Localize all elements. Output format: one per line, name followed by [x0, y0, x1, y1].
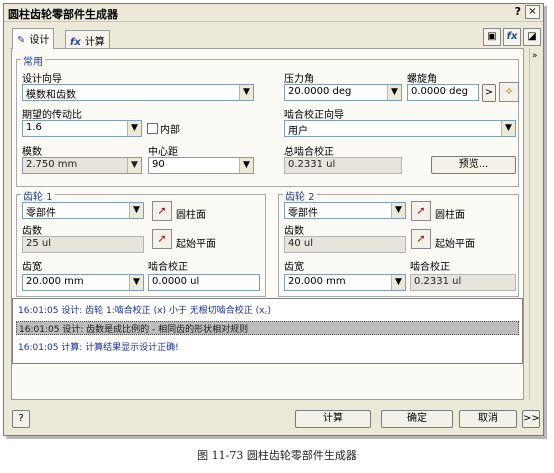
- gear1-group-label: 齿轮 1: [21, 188, 55, 203]
- gear2-width-value: 20.000 mm: [288, 276, 346, 287]
- ratio-value: 1.6: [26, 122, 42, 133]
- tab-calculation[interactable]: fx 计算: [65, 30, 110, 48]
- correction-guide-combo[interactable]: 用户 ▼: [284, 120, 516, 137]
- center-distance-value: 90: [152, 159, 165, 170]
- pressure-angle-label: 压力角: [284, 74, 314, 85]
- scroll-up-icon[interactable]: »: [532, 51, 538, 61]
- close-button[interactable]: ×: [525, 5, 540, 19]
- ok-button[interactable]: 确定: [381, 410, 453, 428]
- chevron-down-icon: ▼: [239, 158, 253, 173]
- module-label: 模数: [22, 147, 42, 158]
- title-bar: 圆柱齿轮零部件生成器 ? ×: [4, 4, 543, 22]
- chevron-down-icon: ▼: [387, 85, 401, 100]
- log-line-selected[interactable]: 16:01:05 设计: 齿数是成比例的 - 相同齿的形状相对规则: [16, 321, 519, 335]
- help-button[interactable]: ?: [12, 410, 30, 428]
- gear1-type-combo[interactable]: 零部件 ▼: [22, 202, 144, 219]
- chevron-down-icon: ▼: [127, 121, 141, 136]
- gear2-correction-field: 0.2331 ul: [410, 274, 516, 291]
- gear2-plane-select-icon[interactable]: ➚: [411, 229, 431, 249]
- gear1-width-value: 20.000 mm: [26, 276, 84, 287]
- pressure-angle-combo[interactable]: 20.0000 deg ▼: [284, 84, 402, 101]
- chevron-down-icon: ▼: [501, 121, 515, 136]
- gear2-correction-label: 啮合校正: [410, 262, 450, 273]
- gear1-correction-field[interactable]: 0.0000 ul: [148, 274, 260, 291]
- preview-button[interactable]: 预览...: [431, 156, 516, 174]
- gear2-cylinder-select-icon[interactable]: ➚: [411, 201, 431, 221]
- gear2-teeth-label: 齿数: [284, 226, 304, 237]
- internal-checkbox[interactable]: [147, 123, 158, 134]
- internal-label: 内部: [160, 125, 180, 136]
- common-group-label: 常用: [21, 53, 45, 68]
- pressure-angle-value: 20.0000 deg: [288, 86, 352, 97]
- cancel-button[interactable]: 取消: [459, 410, 517, 428]
- gear1-plane-label: 起始平面: [176, 239, 216, 250]
- correction-guide-label: 啮合校正向导: [284, 110, 344, 121]
- toolbar-icon-1[interactable]: ▣: [483, 28, 501, 46]
- center-distance-label: 中心距: [148, 147, 178, 158]
- figure-caption: 图 11-73 圆柱齿轮零部件生成器: [197, 449, 357, 462]
- gear1-correction-label: 啮合校正: [148, 262, 188, 273]
- gear1-cylinder-label: 圆柱面: [176, 210, 206, 221]
- gear2-type-combo[interactable]: 零部件 ▼: [284, 202, 406, 219]
- window-title: 圆柱齿轮零部件生成器: [8, 8, 118, 21]
- gear1-teeth-field: 25 ul: [22, 236, 144, 253]
- chevron-down-icon: ▼: [391, 203, 405, 218]
- help-icon[interactable]: ?: [515, 5, 521, 18]
- log-line: 16:01:05 计算: 计算结果显示设计正确!: [18, 343, 179, 353]
- gear2-cylinder-label: 圆柱面: [435, 210, 465, 221]
- panel-scrollbar[interactable]: »: [529, 48, 541, 400]
- gear-generator-dialog: 圆柱齿轮零部件生成器 ? × ✎ 设计 fx 计算 ▣ fx ◪ 常用 设计向导 模…: [3, 3, 544, 436]
- log-line: 16:01:05 设计: 齿轮 1:啮合校正 (x) 小于 无根切啮合校正 (x…: [18, 306, 272, 316]
- calculate-button[interactable]: 计算: [295, 410, 371, 428]
- helix-angle-field[interactable]: 0.0000 deg: [407, 84, 479, 101]
- helix-angle-label: 螺旋角: [407, 74, 437, 85]
- function-icon: fx: [70, 37, 81, 48]
- chevron-down-icon: ▼: [391, 275, 405, 290]
- function-toolbar-icon[interactable]: fx: [503, 28, 521, 46]
- chevron-down-icon: ▼: [239, 85, 253, 100]
- total-correction-label: 总啮合校正: [284, 147, 334, 158]
- design-guide-combo[interactable]: 模数和齿数 ▼: [22, 84, 254, 101]
- module-combo[interactable]: 2.750 mm ▼: [22, 157, 142, 174]
- gear2-plane-label: 起始平面: [435, 239, 475, 250]
- design-guide-value: 模数和齿数: [26, 90, 76, 101]
- swap-icon[interactable]: ✧: [499, 82, 519, 102]
- gear2-group-label: 齿轮 2: [283, 188, 317, 203]
- gear1-type-value: 零部件: [26, 208, 56, 219]
- gear1-width-combo[interactable]: 20.000 mm ▼: [22, 274, 144, 291]
- helix-more-button[interactable]: >: [482, 84, 496, 102]
- chevron-down-icon: ▼: [127, 158, 141, 173]
- design-guide-label: 设计向导: [22, 74, 62, 85]
- total-correction-field: 0.2331 ul: [284, 157, 402, 174]
- gear2-teeth-field: 40 ul: [284, 236, 406, 253]
- gear2-width-label: 齿宽: [284, 262, 304, 273]
- gear2-type-value: 零部件: [288, 208, 318, 219]
- ratio-label: 期望的传动比: [22, 110, 82, 121]
- tab-design-label: 设计: [29, 35, 50, 46]
- module-value: 2.750 mm: [26, 159, 78, 170]
- gear1-width-label: 齿宽: [22, 262, 42, 273]
- tab-design[interactable]: ✎ 设计: [12, 28, 55, 49]
- toolbar-icon-3[interactable]: ◪: [523, 28, 541, 46]
- more-button[interactable]: >>: [522, 410, 540, 428]
- correction-guide-value: 用户: [288, 126, 308, 137]
- message-log[interactable]: 16:01:05 设计: 齿轮 1:啮合校正 (x) 小于 无根切啮合校正 (x…: [12, 298, 523, 364]
- gear1-cylinder-select-icon[interactable]: ➚: [152, 201, 172, 221]
- tab-calculation-label: 计算: [84, 37, 105, 48]
- chevron-down-icon: ▼: [129, 275, 143, 290]
- gear1-teeth-label: 齿数: [22, 226, 42, 237]
- gear2-width-combo[interactable]: 20.000 mm ▼: [284, 274, 406, 291]
- chevron-down-icon: ▼: [129, 203, 143, 218]
- gear1-plane-select-icon[interactable]: ➚: [152, 229, 172, 249]
- center-distance-combo[interactable]: 90 ▼: [148, 157, 254, 174]
- ratio-combo[interactable]: 1.6 ▼: [22, 120, 142, 137]
- pencil-icon: ✎: [17, 35, 26, 46]
